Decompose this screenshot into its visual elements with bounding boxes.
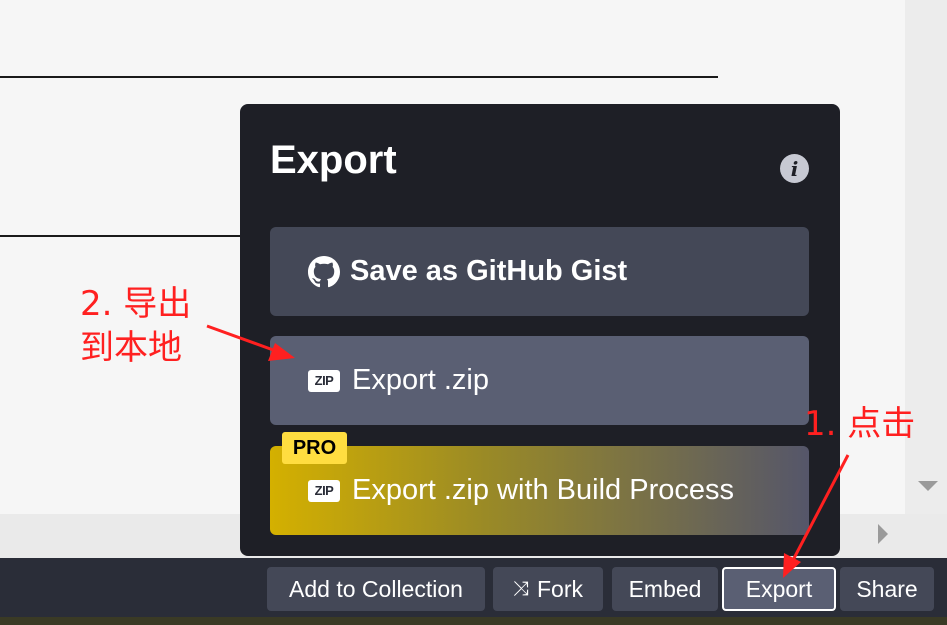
save-as-gist-label: Save as GitHub Gist xyxy=(350,255,628,287)
export-button[interactable]: Export xyxy=(722,567,836,611)
export-zip-build-button[interactable]: ZIP Export .zip with Build Process xyxy=(270,446,809,535)
footer-strip xyxy=(0,617,947,625)
divider-line xyxy=(0,76,718,78)
add-to-collection-button[interactable]: Add to Collection xyxy=(267,567,485,611)
pro-badge: PRO xyxy=(282,432,347,464)
embed-label: Embed xyxy=(628,575,702,602)
share-button[interactable]: Share xyxy=(840,567,934,611)
export-zip-label: Export .zip xyxy=(352,364,489,396)
zip-icon: ZIP xyxy=(308,479,340,502)
share-label: Share xyxy=(856,575,918,602)
fork-button[interactable]: ⤨ Fork xyxy=(493,567,603,611)
add-to-collection-label: Add to Collection xyxy=(289,575,463,602)
github-icon xyxy=(308,255,340,287)
export-panel: Export i Save as GitHub Gist ZIP Export … xyxy=(240,104,840,556)
zip-icon: ZIP xyxy=(308,369,340,392)
annotation-step2: 2. 导出 到本地 xyxy=(80,282,191,370)
annotation-step1: 1. 点击 xyxy=(804,404,916,444)
info-icon[interactable]: i xyxy=(780,154,809,183)
export-zip-button[interactable]: ZIP Export .zip xyxy=(270,336,809,425)
scroll-down-icon[interactable] xyxy=(918,481,938,491)
fork-label: Fork xyxy=(537,575,583,602)
save-as-gist-button[interactable]: Save as GitHub Gist xyxy=(270,227,809,316)
export-zip-build-label: Export .zip with Build Process xyxy=(352,474,734,506)
embed-button[interactable]: Embed xyxy=(612,567,718,611)
fork-icon: ⤨ xyxy=(513,577,529,600)
scroll-right-icon[interactable] xyxy=(878,524,888,544)
annotation-step2-line1: 2. 导出 xyxy=(80,284,192,324)
panel-title: Export xyxy=(270,138,397,182)
annotation-step2-line2: 到本地 xyxy=(80,328,182,369)
divider-line xyxy=(0,235,245,237)
export-label: Export xyxy=(745,575,813,602)
